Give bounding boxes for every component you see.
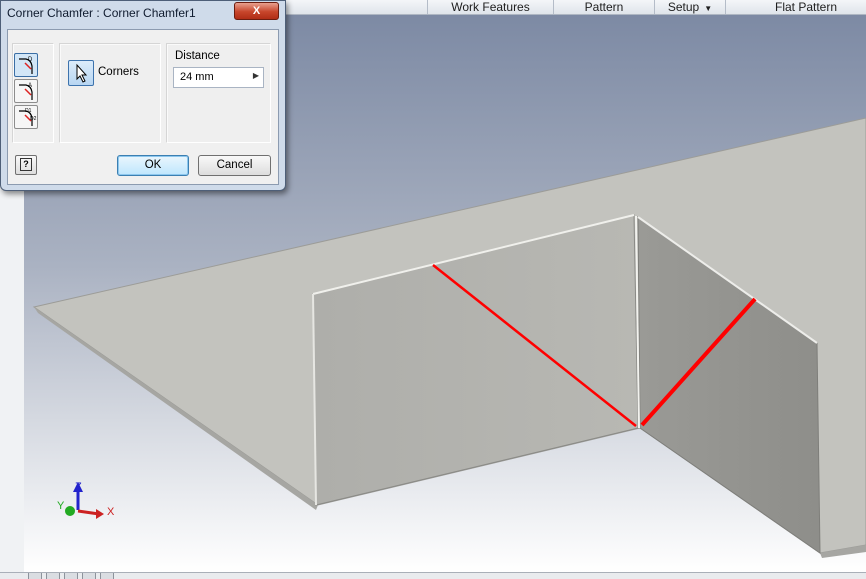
distance-value: 24 mm xyxy=(180,71,214,83)
status-icon[interactable] xyxy=(100,573,114,579)
svg-text:D1: D1 xyxy=(25,108,32,114)
tab-pattern[interactable]: Pattern xyxy=(553,0,654,14)
distance-mode-button[interactable]: D xyxy=(14,53,38,77)
corners-panel xyxy=(59,43,161,143)
help-button[interactable]: ? xyxy=(15,155,37,175)
two-distance-mode-icon: D1 D2 xyxy=(19,108,37,126)
distance-label: Distance xyxy=(175,50,220,62)
triad-y-label: Y xyxy=(57,500,65,512)
chevron-down-icon: ▼ xyxy=(704,4,713,13)
tab-flat-pattern[interactable]: Flat Pattern xyxy=(725,0,866,14)
corners-select-button[interactable] xyxy=(68,60,94,86)
triad-z-label: Z xyxy=(75,481,82,493)
cursor-arrow-icon xyxy=(76,63,88,83)
triad-x-label: X xyxy=(107,506,115,518)
tab-label: Pattern xyxy=(584,0,624,14)
status-icon[interactable] xyxy=(64,573,78,579)
two-distance-mode-button[interactable]: D1 D2 xyxy=(14,105,38,129)
tab-label: Setup xyxy=(667,0,700,14)
status-icon[interactable] xyxy=(82,573,96,579)
distance-angle-mode-button[interactable]: A xyxy=(14,79,38,103)
corners-label: Corners xyxy=(98,66,139,78)
dialog-title: Corner Chamfer : Corner Chamfer1 xyxy=(7,6,196,20)
status-icon[interactable] xyxy=(28,573,42,579)
status-icon[interactable] xyxy=(46,573,60,579)
distance-angle-mode-icon: A xyxy=(19,83,33,100)
tab-setup[interactable]: Setup ▼ xyxy=(654,0,725,14)
distance-field[interactable]: 24 mm ▶ xyxy=(173,67,264,88)
svg-text:D2: D2 xyxy=(30,116,37,122)
cancel-button[interactable]: Cancel xyxy=(198,155,271,176)
tab-label: Work Features xyxy=(451,0,530,14)
help-icon: ? xyxy=(20,158,32,171)
svg-text:D: D xyxy=(28,57,33,63)
tab-work-features[interactable]: Work Features xyxy=(427,0,553,14)
corner-chamfer-dialog: Corner Chamfer : Corner Chamfer1 X D A D… xyxy=(0,0,286,191)
ok-button[interactable]: OK xyxy=(117,155,189,176)
close-button[interactable]: X xyxy=(234,2,279,20)
svg-text:A: A xyxy=(28,83,32,89)
distance-mode-icon: D xyxy=(19,57,33,74)
tab-label: Flat Pattern xyxy=(774,0,838,14)
y-axis-origin xyxy=(65,506,75,516)
chevron-right-icon[interactable]: ▶ xyxy=(253,71,259,80)
